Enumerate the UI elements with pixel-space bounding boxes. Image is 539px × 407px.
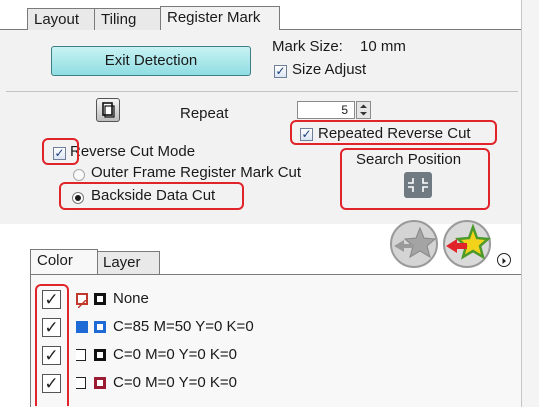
highlight-search-position bbox=[340, 148, 490, 210]
color-row-3-swatch bbox=[76, 349, 86, 361]
tab-register-mark[interactable]: Register Mark bbox=[160, 6, 280, 30]
color-row-3-label: C=0 M=0 Y=0 K=0 bbox=[113, 346, 237, 363]
tab-layer[interactable]: Layer bbox=[96, 251, 160, 274]
highlight-backside-data-cut bbox=[59, 182, 244, 210]
section-divider bbox=[6, 91, 518, 92]
star-disabled-icon[interactable] bbox=[388, 219, 440, 274]
tab-layout[interactable]: Layout bbox=[27, 8, 97, 30]
repeat-stepper[interactable] bbox=[356, 101, 371, 119]
color-row-1-swatch bbox=[76, 293, 88, 309]
outer-frame-radio[interactable] bbox=[73, 169, 85, 181]
color-row-4-box bbox=[94, 377, 106, 389]
color-row-1-box bbox=[94, 293, 106, 305]
color-row-2-label: C=85 M=50 Y=0 K=0 bbox=[113, 318, 254, 335]
mark-size-value: 10 mm bbox=[360, 38, 406, 55]
color-row-4-swatch bbox=[76, 377, 86, 389]
highlight-repeated-reverse-cut bbox=[290, 120, 497, 145]
repeat-input[interactable]: 5 bbox=[297, 101, 355, 119]
panel-menu-icon[interactable] bbox=[497, 253, 511, 267]
color-row-4-label: C=0 M=0 Y=0 K=0 bbox=[113, 374, 237, 391]
reverse-cut-mode-label: Reverse Cut Mode bbox=[70, 143, 196, 160]
color-row-2-swatch bbox=[76, 321, 88, 333]
tab-color[interactable]: Color bbox=[30, 249, 98, 274]
tab-tiling[interactable]: Tiling bbox=[94, 8, 164, 30]
color-row-1-label: None bbox=[113, 290, 149, 307]
color-row-3-box bbox=[94, 349, 106, 361]
size-adjust-checkbox[interactable]: ✓ bbox=[274, 65, 287, 78]
size-adjust-label: Size Adjust bbox=[292, 61, 367, 78]
repeat-label: Repeat bbox=[180, 105, 229, 122]
repeat-icon bbox=[96, 98, 120, 122]
highlight-color-checkboxes bbox=[35, 284, 69, 406]
star-add-icon[interactable] bbox=[441, 219, 493, 274]
right-panel-edge bbox=[521, 0, 539, 407]
outer-frame-label: Outer Frame Register Mark Cut bbox=[91, 164, 302, 181]
highlight-reverse-cut-mode bbox=[42, 138, 79, 165]
mark-size-label: Mark Size: bbox=[272, 38, 343, 55]
exit-detection-button[interactable]: Exit Detection bbox=[51, 46, 251, 76]
color-row-2-box bbox=[94, 321, 106, 333]
